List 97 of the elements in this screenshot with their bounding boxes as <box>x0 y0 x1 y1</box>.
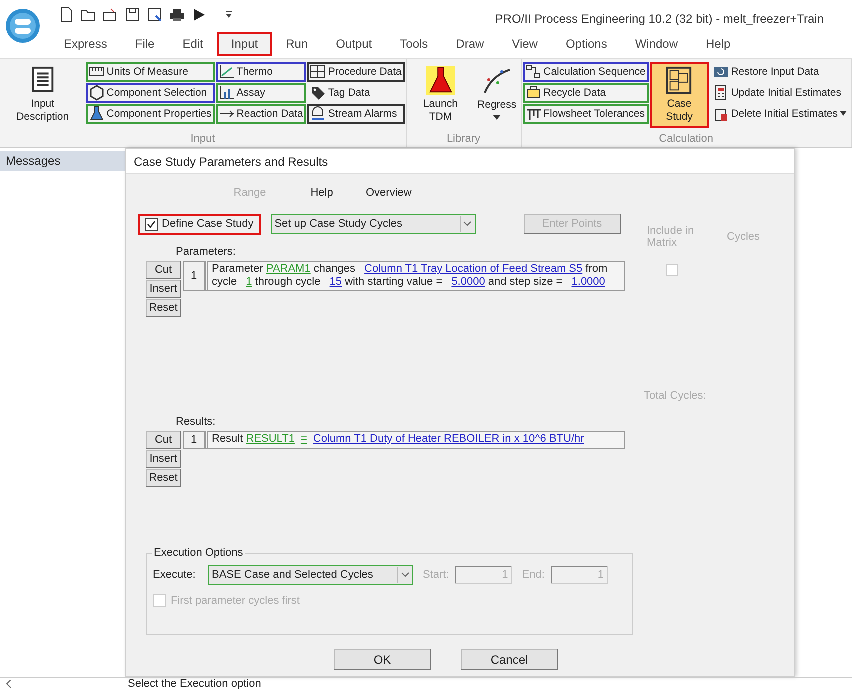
printer-icon[interactable] <box>169 7 185 23</box>
menu-tab[interactable]: Options <box>552 32 622 56</box>
calculator-icon <box>713 85 730 101</box>
row-action-button[interactable]: Cut <box>146 431 181 449</box>
dropdown[interactable]: Set up Case Study Cycles <box>270 214 476 234</box>
menu-tab[interactable]: View <box>498 32 552 56</box>
flask-icon <box>88 106 105 122</box>
row-action-button[interactable]: Reset <box>146 299 181 317</box>
case-study-icon <box>664 66 694 95</box>
menu-tab[interactable]: Tools <box>386 32 442 56</box>
include-checkbox[interactable] <box>666 264 678 276</box>
status-text: Select the Execution option <box>127 678 262 690</box>
menu-tab[interactable]: File <box>121 32 169 56</box>
section-label: Parameters: <box>176 246 237 259</box>
field-label: Total Cycles: <box>644 390 708 402</box>
play-icon[interactable] <box>191 7 207 23</box>
field-label: End: <box>522 569 545 581</box>
dialog-button[interactable]: Cancel <box>461 649 558 670</box>
ribbon-button[interactable]: Restore Input Data <box>710 62 850 82</box>
sequence-icon <box>526 64 542 80</box>
link[interactable]: 5.0000 <box>452 276 486 288</box>
flask-icon <box>426 66 456 95</box>
ribbon-button[interactable]: Input Description <box>1 62 85 128</box>
dropdown[interactable]: BASE Case and Selected Cycles <box>208 565 413 585</box>
definition-text: Result RESULT1 = Column T1 Duty of Heater REBOILER in x 10^6 BTU/hr <box>205 431 625 449</box>
caret-icon <box>493 115 502 121</box>
caret-icon <box>840 111 847 117</box>
dialog-button[interactable]: OK <box>334 649 431 670</box>
check-icon <box>147 220 156 228</box>
field-label: Execute: <box>153 569 197 581</box>
link[interactable]: 1.0000 <box>572 276 606 288</box>
link[interactable]: 15 <box>330 276 342 288</box>
curve-icon <box>482 66 512 96</box>
grid-icon <box>310 64 326 80</box>
tag-icon <box>310 85 326 101</box>
ribbon-button[interactable]: Recycle Data <box>522 83 649 103</box>
chevron-down-icon <box>463 221 472 227</box>
link[interactable]: Column T1 Tray Location of Feed Stream S5 <box>364 263 583 275</box>
column-header: Include in Matrix <box>647 225 696 251</box>
ribbon-button[interactable]: Component Properties <box>86 104 215 124</box>
checkbox[interactable] <box>145 218 158 230</box>
ribbon-button[interactable]: Stream Alarms <box>307 104 405 124</box>
ribbon-button[interactable]: Units Of Measure <box>86 62 215 82</box>
ribbon-button[interactable]: Flowsheet Tolerances <box>522 104 649 124</box>
definition-text: Parameter PARAM1 changes Column T1 Tray Location of Feed Stream S5 from cycle 1 through cycle 15 with starting value = 5.0000 and step size = 1.0000 <box>205 261 625 291</box>
menu-tab[interactable]: Edit <box>168 32 218 56</box>
column-header: Cycles <box>727 230 760 245</box>
ribbon-button[interactable]: Update Initial Estimates <box>710 83 850 103</box>
menu-tab[interactable]: Input <box>217 32 272 56</box>
pane-header: Messages <box>0 151 125 171</box>
row-action-button[interactable]: Insert <box>146 450 181 468</box>
ribbon-button[interactable]: Tag Data <box>307 83 405 103</box>
ribbon-button[interactable]: Regress <box>474 62 520 128</box>
ribbon-button[interactable]: Thermo <box>216 62 306 82</box>
ribbon-button[interactable]: Procedure Data <box>307 62 405 82</box>
app-logo-icon[interactable] <box>5 8 41 44</box>
menu-tab[interactable]: Run <box>272 32 322 56</box>
ribbon-button[interactable]: Component Selection <box>86 83 215 103</box>
link[interactable]: Column T1 Duty of Heater REBOILER in x 10^6 BTU/hr <box>313 433 584 445</box>
field-label: Start: <box>423 569 450 581</box>
folder-icon[interactable] <box>103 7 119 23</box>
alarm-icon <box>310 106 326 122</box>
group-label: Library <box>446 133 482 147</box>
menu-tab[interactable]: Express <box>50 32 122 56</box>
bar-chart-icon <box>218 85 235 101</box>
group-box-title: Execution Options <box>152 547 246 559</box>
row-action-button[interactable]: Cut <box>146 261 181 279</box>
row-action-button[interactable]: Reset <box>146 469 181 487</box>
save-icon[interactable] <box>125 7 141 23</box>
checkbox-label[interactable]: Define Case Study <box>162 218 254 230</box>
scroll-left-icon[interactable] <box>6 680 12 688</box>
hexagon-icon <box>88 85 105 101</box>
chevron-down-icon <box>400 572 410 578</box>
save-as-icon[interactable] <box>147 7 163 23</box>
menu-tab[interactable]: Window <box>621 32 692 56</box>
ribbon-button[interactable]: Launch TDM <box>408 62 474 128</box>
menu-tab[interactable]: Output <box>322 32 386 56</box>
menu-tab[interactable]: Draw <box>442 32 498 56</box>
ribbon-button[interactable]: Calculation Sequence <box>522 62 649 82</box>
window-title: PRO/II Process Engineering 10.2 (32 bit) - melt_freezer+Train <box>495 11 824 26</box>
dialog-title: Case Study Parameters and Results <box>126 149 794 174</box>
ribbon-button[interactable]: Case Study <box>650 62 710 128</box>
group-label: Input <box>190 133 216 147</box>
restore-icon <box>713 64 730 80</box>
row-number: 1 <box>183 261 205 291</box>
ribbon-button[interactable]: Delete Initial Estimates <box>710 104 850 124</box>
menu-tab[interactable]: Help <box>692 32 745 56</box>
row-action-button[interactable]: Insert <box>146 280 181 298</box>
ribbon-button[interactable]: Reaction Data <box>216 104 306 124</box>
section-label: Results: <box>176 416 217 429</box>
group-label: Calculation <box>658 133 715 147</box>
menu-item[interactable]: Overview <box>366 185 412 201</box>
line-chart-icon <box>218 64 235 80</box>
menu-item[interactable]: Help <box>278 185 366 201</box>
row-number: 1 <box>183 431 205 449</box>
new-document-icon[interactable] <box>59 7 75 23</box>
ribbon-button[interactable]: Assay <box>216 83 306 103</box>
